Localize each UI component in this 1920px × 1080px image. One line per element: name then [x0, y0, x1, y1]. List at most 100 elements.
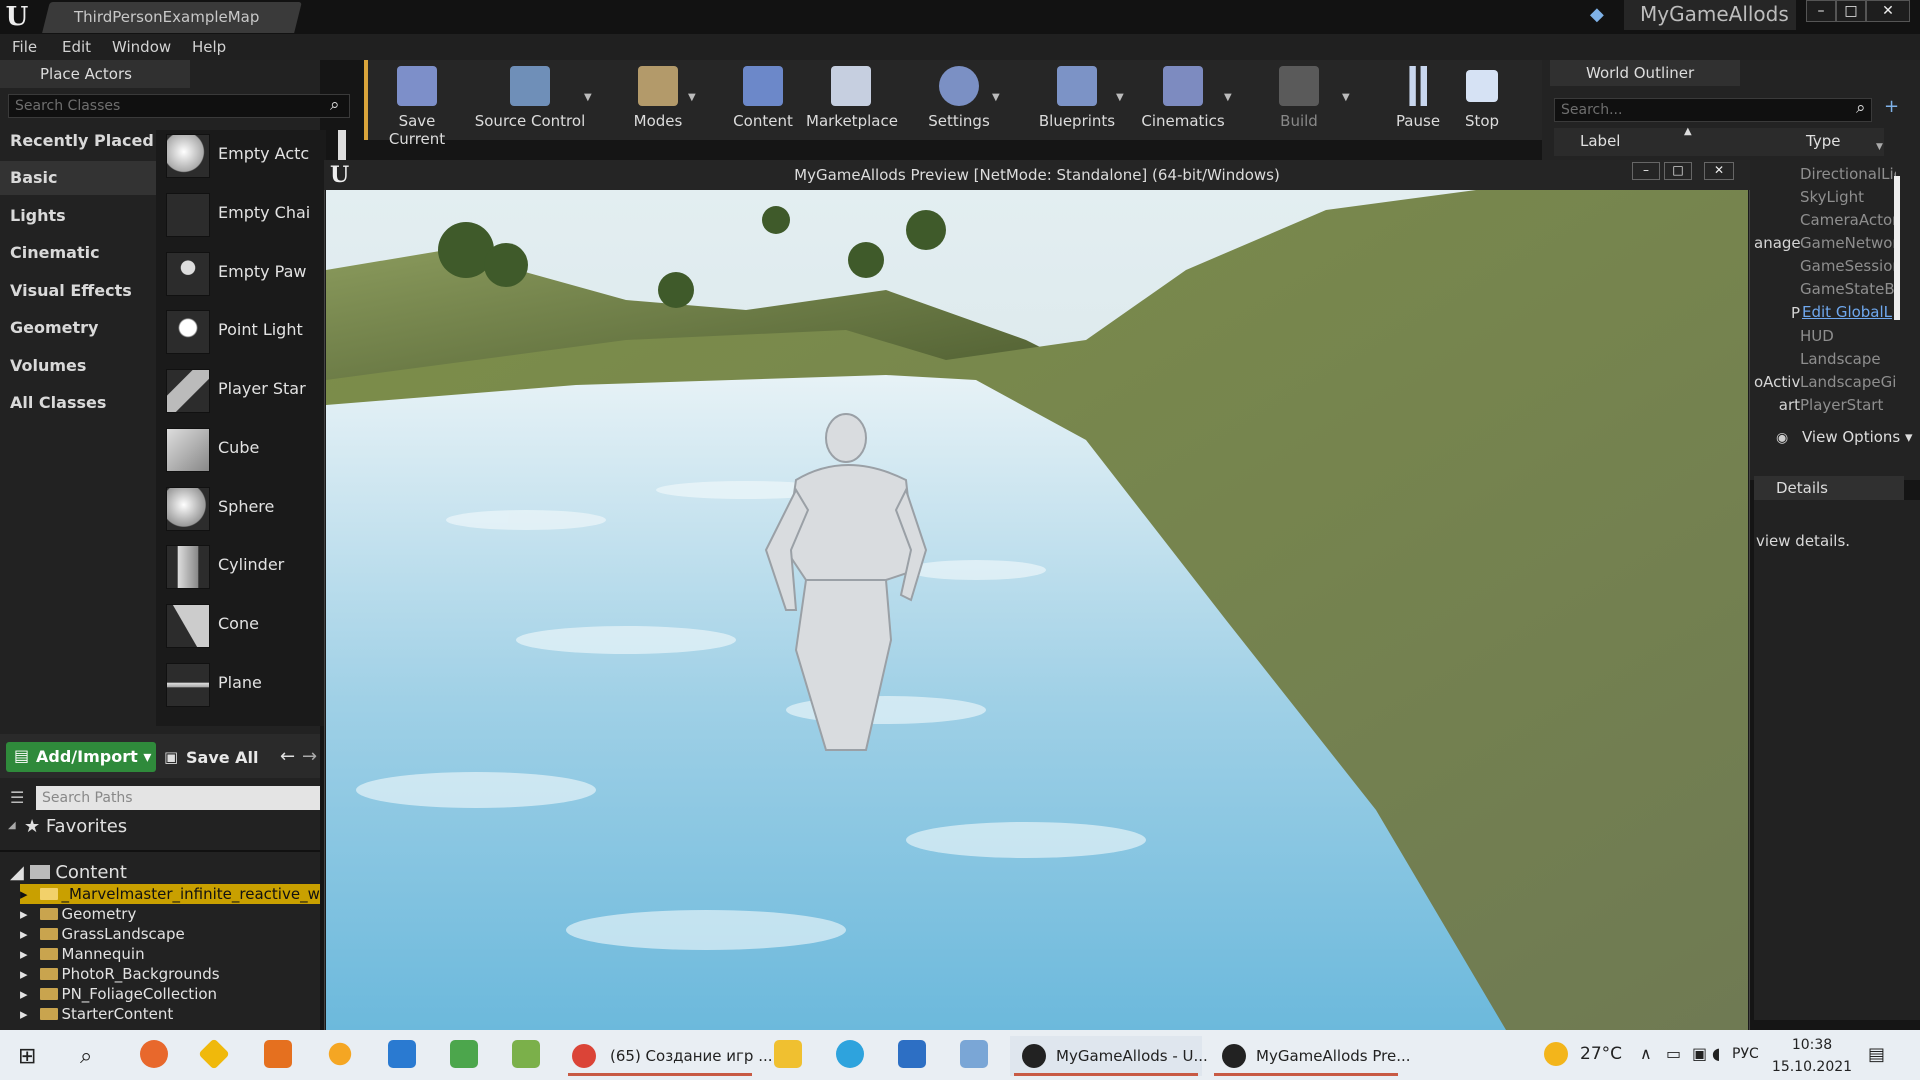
outliner-row-label[interactable]: art [1754, 396, 1800, 414]
cinematics-dropdown-icon[interactable]: ▼ [1224, 92, 1232, 103]
settings-dropdown-icon[interactable]: ▼ [992, 92, 1000, 103]
search-paths-input[interactable]: Search Paths [36, 786, 320, 810]
cinematics-button[interactable]: Cinematics [1138, 66, 1228, 130]
task-game-preview[interactable]: MyGameAllods Pre... [1210, 1036, 1411, 1076]
network-icon[interactable]: ▭ [1666, 1044, 1681, 1063]
modes-dropdown-icon[interactable]: ▼ [688, 92, 696, 103]
menu-edit[interactable]: Edit [62, 38, 91, 56]
chevron-down-icon[interactable]: ▼ [1876, 142, 1883, 152]
actor-item[interactable]: Sphere [160, 483, 320, 539]
actor-item[interactable]: Plane [160, 659, 320, 715]
category-all-classes[interactable]: All Classes [0, 386, 156, 420]
column-type[interactable]: Type [1806, 132, 1840, 150]
minimize-button[interactable]: – [1806, 0, 1836, 22]
weather-temperature[interactable]: 27°C [1580, 1044, 1622, 1064]
source-control-dropdown-icon[interactable]: ▼ [584, 92, 592, 103]
task-chrome[interactable]: (65) Создание игр ... [564, 1036, 773, 1076]
blender-icon[interactable] [328, 1042, 352, 1066]
column-label[interactable]: Label [1580, 132, 1620, 150]
file-explorer-icon[interactable] [774, 1040, 802, 1068]
folder-item[interactable]: ▸ Geometry [20, 905, 136, 923]
chevron-up-icon[interactable]: ∧ [1640, 1044, 1652, 1063]
source-control-button[interactable]: Source Control [472, 66, 588, 130]
game-close-button[interactable]: ✕ [1704, 162, 1734, 180]
modes-button[interactable]: Modes [628, 66, 688, 130]
outliner-row-label[interactable]: oActive [1754, 373, 1800, 391]
actor-item[interactable]: Player Star [160, 365, 320, 421]
menu-file[interactable]: File [12, 38, 37, 56]
category-lights[interactable]: Lights [0, 199, 156, 233]
content-root-folder[interactable]: ◢ Content [10, 862, 127, 883]
category-visual-effects[interactable]: Visual Effects [0, 274, 156, 308]
category-recently-placed[interactable]: Recently Placed [0, 124, 156, 158]
build-dropdown-icon[interactable]: ▼ [1342, 92, 1350, 103]
folder-item[interactable]: ▸ Mannequin [20, 945, 145, 963]
game-minimize-button[interactable]: – [1632, 162, 1660, 180]
code-app-icon[interactable] [898, 1040, 926, 1068]
close-button[interactable]: ✕ [1866, 0, 1910, 22]
volume-icon[interactable]: ◖ [1712, 1044, 1720, 1063]
menu-window[interactable]: Window [112, 38, 171, 56]
actor-item[interactable]: Point Light [160, 306, 320, 362]
actor-item[interactable]: Empty Chai [160, 189, 320, 245]
actor-item[interactable]: Cylinder [160, 541, 320, 597]
display-icon[interactable]: ▣ [1692, 1044, 1707, 1063]
notifications-icon[interactable]: ▤ [1868, 1044, 1885, 1065]
world-outliner-tab[interactable]: World Outliner [1550, 60, 1740, 86]
actor-item[interactable]: Cone [160, 600, 320, 656]
maximize-button[interactable]: □ [1836, 0, 1866, 22]
language-indicator[interactable]: РУС [1732, 1046, 1759, 1062]
vscode-icon[interactable] [388, 1040, 416, 1068]
firefox-icon[interactable] [140, 1040, 168, 1068]
marketplace-button[interactable]: Marketplace [806, 66, 898, 130]
actor-item[interactable]: Cube [160, 424, 320, 480]
category-geometry[interactable]: Geometry [0, 311, 156, 345]
favorites-node[interactable]: ★ Favorites [24, 816, 127, 837]
remote-desktop-icon[interactable] [960, 1040, 988, 1068]
actor-item[interactable]: Empty Paw [160, 248, 320, 304]
stop-button[interactable]: Stop [1452, 66, 1512, 130]
search-icon[interactable]: ⌕ [1856, 98, 1866, 118]
telegram-icon[interactable] [836, 1040, 864, 1068]
folder-item[interactable]: ▸ PhotoR_Backgrounds [20, 965, 220, 983]
blueprints-dropdown-icon[interactable]: ▼ [1116, 92, 1124, 103]
blueprints-button[interactable]: Blueprints [1034, 66, 1120, 130]
place-actors-tab[interactable]: Place Actors [0, 60, 190, 88]
folder-item[interactable]: ▸ StarterContent [20, 1005, 173, 1023]
collapse-icon[interactable]: ◢ [8, 820, 16, 831]
search-classes-input[interactable]: Search Classes [8, 94, 350, 118]
folder-item[interactable]: ▸ PN_FoliageCollection [20, 985, 217, 1003]
edit-blueprint-link[interactable]: Edit GlobalL [1802, 303, 1898, 321]
folder-item[interactable]: ▸ GrassLandscape [20, 925, 185, 943]
game-maximize-button[interactable]: □ [1664, 162, 1692, 180]
outliner-search-input[interactable]: Search... [1554, 98, 1872, 122]
search-icon[interactable]: ⌕ [330, 95, 340, 115]
back-arrow-icon[interactable]: ← [280, 746, 295, 767]
windows-start-icon[interactable]: ⊞ [18, 1044, 36, 1069]
task-unreal-editor[interactable]: MyGameAllods - U... [1010, 1036, 1208, 1076]
forward-arrow-icon[interactable]: → [302, 746, 317, 767]
outliner-row-label[interactable]: P [1754, 304, 1800, 322]
game-viewport[interactable] [326, 190, 1748, 1030]
clock[interactable]: 10:38 15.10.2021 [1770, 1034, 1854, 1078]
paths-toggle-icon[interactable]: ☰ [10, 788, 24, 807]
category-basic[interactable]: Basic [0, 161, 156, 195]
view-options-button[interactable]: View Options ▾ [1802, 428, 1913, 446]
menu-help[interactable]: Help [192, 38, 226, 56]
outliner-row-label[interactable]: anager [1754, 234, 1800, 252]
details-tab[interactable]: Details [1754, 476, 1904, 500]
app-cube-icon[interactable] [450, 1040, 478, 1068]
actor-item[interactable]: Empty Actc [160, 130, 320, 186]
sublime-text-icon[interactable] [264, 1040, 292, 1068]
save-all-button[interactable]: Save All [186, 748, 259, 767]
image-editor-icon[interactable] [512, 1040, 540, 1068]
settings-button[interactable]: Settings [924, 66, 994, 130]
category-volumes[interactable]: Volumes [0, 349, 156, 383]
category-cinematic[interactable]: Cinematic [0, 236, 156, 270]
outliner-scrollbar[interactable] [1894, 176, 1900, 320]
save-current-button[interactable]: Save Current [372, 66, 462, 148]
add-folder-icon[interactable]: + [1884, 96, 1899, 117]
pause-button[interactable]: Pause [1388, 66, 1448, 130]
content-button[interactable]: Content [728, 66, 798, 130]
build-button[interactable]: Build [1264, 66, 1334, 130]
